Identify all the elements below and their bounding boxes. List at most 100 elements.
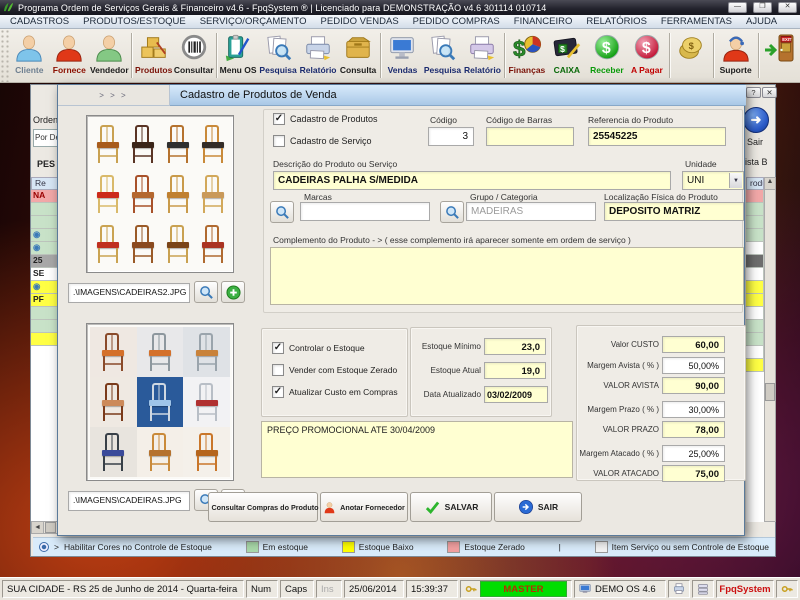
toolbar-consultar-button[interactable]: Consultar: [174, 29, 214, 82]
toolbar-cliente-button[interactable]: Cliente: [9, 29, 49, 82]
product-row[interactable]: 25: [31, 255, 58, 268]
product-row[interactable]: [746, 320, 764, 333]
image1-search-button[interactable]: [194, 281, 218, 303]
product-row[interactable]: [31, 203, 58, 216]
complemento-textarea[interactable]: [270, 247, 744, 305]
promo-textarea[interactable]: PREÇO PROMOCIONAL ATE 30/04/2009: [261, 421, 573, 478]
checkbox-unchecked-icon[interactable]: [273, 135, 285, 147]
grid-column-header[interactable]: rodu: [746, 177, 764, 190]
menu-item[interactable]: PRODUTOS/ESTOQUE: [83, 16, 186, 27]
atualizar-custo-checkbox[interactable]: Atualizar Custo em Compras: [272, 386, 398, 398]
product-row[interactable]: [746, 359, 764, 372]
valor-prazo-field[interactable]: 78,00: [662, 421, 725, 438]
close-button[interactable]: ✕: [778, 2, 797, 13]
consultar-compras-button[interactable]: $ Consultar Compras do Produto: [208, 492, 318, 522]
toolbar-financas-button[interactable]: $ Finanças: [507, 29, 547, 82]
grid-column-header[interactable]: Re: [31, 177, 58, 190]
valor-avista-field[interactable]: 90,00: [662, 377, 725, 394]
ordenar-dropdown[interactable]: Por De: [33, 129, 59, 147]
product-row[interactable]: [31, 216, 58, 229]
bg-window-help-button[interactable]: ?: [746, 87, 761, 98]
menu-item[interactable]: PEDIDO COMPRAS: [413, 16, 500, 27]
toolbar-receber-button[interactable]: $ Receber: [587, 29, 627, 82]
product-row[interactable]: [31, 333, 58, 346]
toolbar-suporte-button[interactable]: Suporte: [716, 29, 756, 82]
bg-window-close-button[interactable]: ✕: [762, 87, 777, 98]
grupo-field[interactable]: MADEIRAS: [466, 202, 596, 221]
legend-toggle-icon[interactable]: [39, 542, 49, 552]
toolbar-vendedor-button[interactable]: Vendedor: [89, 29, 129, 82]
product-row[interactable]: [746, 216, 764, 229]
image1-add-button[interactable]: [221, 281, 245, 303]
toolbar-exit-button[interactable]: EXIT: [760, 29, 800, 82]
valor-atacado-field[interactable]: 75,00: [662, 465, 725, 482]
salvar-button[interactable]: SALVAR: [410, 492, 492, 522]
menu-item[interactable]: CADASTROS: [10, 16, 69, 27]
valor-custo-field[interactable]: 60,00: [662, 336, 725, 353]
bg-sair-arrow-icon[interactable]: ➜: [743, 107, 769, 133]
product-row[interactable]: [746, 346, 764, 359]
marcas-search-button[interactable]: [270, 201, 294, 223]
toolbar-vendas-button[interactable]: Vendas: [382, 29, 422, 82]
anotar-fornecedor-button[interactable]: Anotar Fornecedor: [320, 492, 408, 522]
descricao-field[interactable]: CADEIRAS PALHA S/MEDIDA: [273, 171, 671, 190]
toolbar-a-pagar-button[interactable]: $ A Pagar: [627, 29, 667, 82]
estoque-minimo-field[interactable]: 23,0: [484, 338, 546, 355]
chevron-down-icon[interactable]: ▼: [729, 173, 742, 188]
product-row[interactable]: [746, 307, 764, 320]
dialog-side-tab[interactable]: > > >: [58, 85, 170, 106]
product-row[interactable]: [746, 281, 764, 294]
menu-item[interactable]: FINANCEIRO: [514, 16, 573, 27]
estoque-atual-field[interactable]: 19,0: [484, 362, 546, 379]
margem-prazo-field[interactable]: 30,00%: [662, 401, 725, 418]
status-printer-panel[interactable]: [668, 580, 690, 598]
toolbar-pesquisa-os-button[interactable]: Pesquisa: [258, 29, 298, 82]
horizontal-scrollbar[interactable]: ◄: [31, 521, 58, 534]
cadastro-produtos-checkbox[interactable]: Cadastro de Produtos: [273, 113, 378, 125]
product-row[interactable]: [746, 294, 764, 307]
product-row[interactable]: [746, 190, 764, 203]
product-row[interactable]: SE: [31, 268, 58, 281]
scroll-up-arrow[interactable]: ▲: [765, 178, 775, 190]
toolbar-relatorio-os-button[interactable]: Relatório: [298, 29, 338, 82]
legend-toggle-label[interactable]: Habilitar Cores no Controle de Estoque: [64, 542, 212, 552]
menu-item[interactable]: RELATÓRIOS: [586, 16, 647, 27]
referencia-field[interactable]: 25545225: [588, 127, 726, 146]
data-atualizado-field[interactable]: 03/02/2009: [484, 386, 548, 403]
codigo-field[interactable]: 3: [428, 127, 474, 146]
vertical-scrollbar[interactable]: ▲: [764, 177, 776, 522]
checkbox-checked-icon[interactable]: [272, 386, 284, 398]
menu-item[interactable]: FERRAMENTAS: [661, 16, 732, 27]
toolbar-relatorio-vendas-button[interactable]: Relatório: [462, 29, 502, 82]
checkbox-checked-icon[interactable]: [273, 113, 285, 125]
menu-item[interactable]: SERVIÇO/ORÇAMENTO: [200, 16, 307, 27]
product-row[interactable]: ◉: [31, 229, 58, 242]
toolbar-consulta-os-button[interactable]: Consulta: [338, 29, 378, 82]
product-row[interactable]: PF: [31, 294, 58, 307]
marcas-field[interactable]: [300, 202, 430, 221]
product-row[interactable]: [746, 242, 764, 255]
scroll-left-arrow[interactable]: ◄: [32, 522, 44, 533]
product-row[interactable]: [31, 307, 58, 320]
product-row[interactable]: [746, 268, 764, 281]
product-row[interactable]: ◉: [31, 281, 58, 294]
checkbox-checked-icon[interactable]: [272, 342, 284, 354]
product-row[interactable]: [746, 333, 764, 346]
margem-atacado-field[interactable]: 25,00%: [662, 445, 725, 462]
scrollbar-thumb[interactable]: [45, 522, 56, 533]
checkbox-unchecked-icon[interactable]: [272, 364, 284, 376]
toolbar-pesquisa-vendas-button[interactable]: Pesquisa: [422, 29, 462, 82]
product-row[interactable]: NA: [31, 190, 58, 203]
product-row[interactable]: ◉: [31, 242, 58, 255]
vender-estoque-zerado-checkbox[interactable]: Vender com Estoque Zerado: [272, 364, 397, 376]
status-network-panel[interactable]: [692, 580, 714, 598]
menu-item[interactable]: AJUDA: [746, 16, 777, 27]
controlar-estoque-checkbox[interactable]: Controlar o Estoque: [272, 342, 365, 354]
toolbar-coin-button[interactable]: $: [671, 29, 711, 82]
grupo-search-button[interactable]: [440, 201, 464, 223]
restore-button[interactable]: ❐: [753, 2, 772, 13]
codigo-barras-field[interactable]: [486, 127, 574, 146]
toolbar-menu-os-button[interactable]: Menu OS: [218, 29, 258, 82]
cadastro-servico-checkbox[interactable]: Cadastro de Serviço: [273, 135, 372, 147]
image1-path-field[interactable]: .\IMAGENS\CADEIRAS2.JPG: [68, 283, 190, 303]
